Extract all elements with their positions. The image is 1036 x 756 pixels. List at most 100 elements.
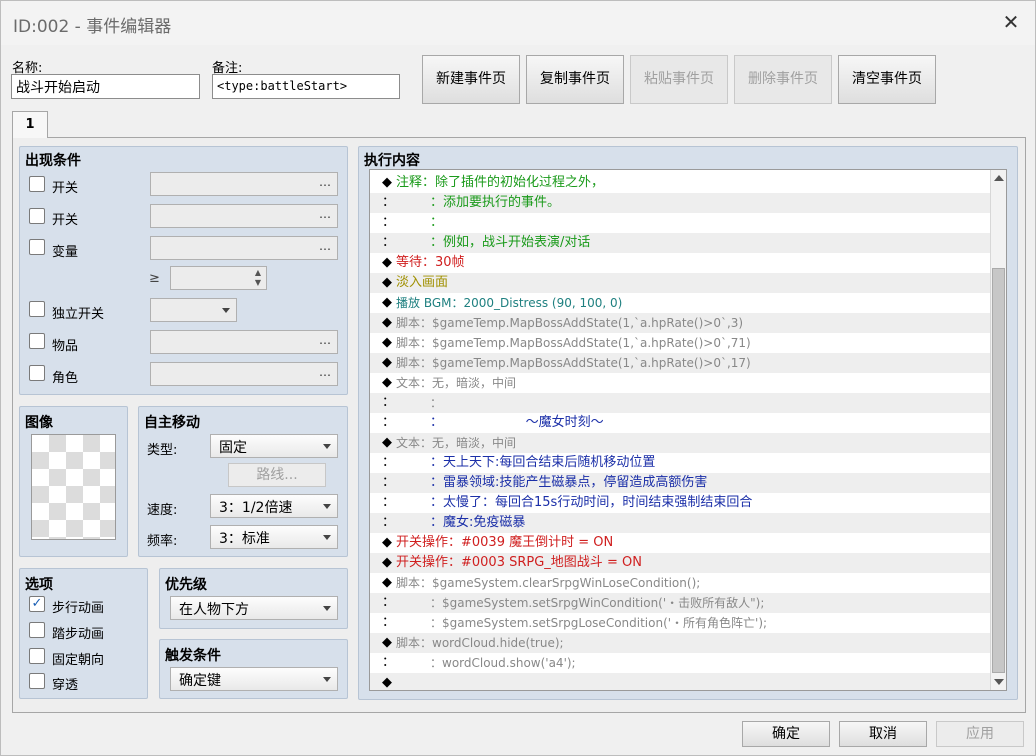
command-row[interactable]: ◆ 脚本：$gameTemp.MapBossAddState(1,`a.hpRat…: [370, 353, 990, 373]
route-button[interactable]: 路线...: [228, 463, 326, 487]
continuation-mark: ：: [382, 475, 396, 490]
speed-select[interactable]: 3：1/2倍速: [210, 494, 338, 518]
command-diamond-icon: ◆: [382, 295, 392, 310]
command-text: 脚本：wordCloud.hide(true);: [396, 636, 564, 650]
command-row[interactable]: ◆ 脚本：$gameTemp.MapBossAddState(1,`a.hpRat…: [370, 333, 990, 353]
command-row[interactable]: ： ：太慢了：每回合15s行动时间，时间结束强制结束回合: [370, 493, 990, 513]
self-switch-checkbox[interactable]: [29, 301, 45, 317]
close-icon[interactable]: ✕: [999, 10, 1023, 34]
switch2-checkbox[interactable]: [29, 208, 45, 224]
direction-fix-checkbox[interactable]: [29, 648, 45, 664]
command-row[interactable]: ： ：魔女:免疫磁暴: [370, 513, 990, 533]
image-title: 图像: [25, 415, 53, 431]
command-row[interactable]: ： ：$gameSystem.setSrpgLoseCondition('・所有角…: [370, 613, 990, 633]
command-row[interactable]: ： ： ～魔女时刻～: [370, 413, 990, 433]
ellipsis-icon: …: [319, 207, 331, 221]
command-row[interactable]: ◆ 开关操作：#0039 魔王倒计时 = ON: [370, 533, 990, 553]
chevron-down-icon: [323, 504, 331, 509]
ok-button[interactable]: 确定: [742, 721, 830, 747]
image-preview[interactable]: [31, 434, 116, 540]
cancel-button[interactable]: 取消: [839, 721, 927, 747]
command-row[interactable]: ： ：$gameSystem.setSrpgWinCondition('・击败所有…: [370, 593, 990, 613]
move-type-select[interactable]: 固定: [210, 434, 338, 458]
move-type-label: 类型:: [147, 443, 178, 458]
actor-select[interactable]: …: [150, 362, 338, 386]
command-row[interactable]: ◆ 注释：除了插件的初始化过程之外，: [370, 173, 990, 193]
trigger-title: 触发条件: [165, 648, 221, 664]
stepper-down-icon[interactable]: ▼: [255, 278, 261, 287]
self-switch-label: 独立开关: [52, 307, 105, 322]
note-field[interactable]: <type:battleStart>: [212, 74, 400, 99]
actor-checkbox[interactable]: [29, 365, 45, 381]
stepper-up-icon[interactable]: ▲: [255, 268, 261, 277]
command-row[interactable]: ◆: [370, 673, 990, 690]
command-diamond-icon: ◆: [382, 175, 392, 190]
chevron-down-icon: [323, 606, 331, 611]
command-text: ：添加要执行的事件。: [430, 195, 561, 210]
command-text: ：雷暴领域:技能产生磁暴点，停留造成高额伤害: [430, 475, 708, 490]
scroll-up-icon[interactable]: [994, 175, 1004, 181]
command-row[interactable]: ◆ 脚本：$gameTemp.MapBossAddState(1,`a.hpRat…: [370, 313, 990, 333]
title-bar: ID:002 - 事件编辑器 ✕: [1, 1, 1035, 45]
command-row[interactable]: ： ：wordCloud.show('a4');: [370, 653, 990, 673]
variable-checkbox[interactable]: [29, 239, 45, 255]
command-row[interactable]: ◆ 淡入画面: [370, 273, 990, 293]
command-row[interactable]: ： ：天上天下:每回合结束后随机移动位置: [370, 453, 990, 473]
command-row[interactable]: ◆ 播放 BGM：2000_Distress (90, 100, 0): [370, 293, 990, 313]
switch2-select[interactable]: …: [150, 204, 338, 228]
command-diamond-icon: ◆: [382, 255, 392, 270]
vertical-scrollbar[interactable]: [990, 170, 1006, 690]
command-text: ：: [430, 396, 443, 410]
clear-page-button[interactable]: 清空事件页: [838, 55, 936, 104]
frequency-select[interactable]: 3：标准: [210, 525, 338, 549]
self-switch-select[interactable]: [150, 298, 237, 322]
delete-page-button[interactable]: 删除事件页: [734, 55, 832, 104]
walking-anim-checkbox[interactable]: ✓: [29, 596, 45, 612]
command-diamond-icon: ◆: [382, 555, 392, 570]
command-row[interactable]: ： ：添加要执行的事件。: [370, 193, 990, 213]
command-row[interactable]: ◆ 脚本：wordCloud.hide(true);: [370, 633, 990, 653]
command-text: ：太慢了：每回合15s行动时间，时间结束强制结束回合: [430, 495, 753, 510]
continuation-mark: ：: [382, 595, 396, 610]
scroll-thumb[interactable]: [992, 268, 1005, 673]
check-icon: ✓: [31, 596, 43, 611]
continuation-mark: ：: [382, 235, 396, 250]
item-select[interactable]: …: [150, 330, 338, 354]
tab-page-1[interactable]: 1: [12, 111, 48, 138]
paste-page-button[interactable]: 粘贴事件页: [630, 55, 728, 104]
command-row[interactable]: ◆ 开关操作：#0003 SRPG_地图战斗 = ON: [370, 553, 990, 573]
ellipsis-icon: …: [319, 175, 331, 189]
through-checkbox[interactable]: [29, 673, 45, 689]
command-row[interactable]: ：：: [370, 213, 990, 233]
command-row[interactable]: ◆ 脚本：$gameSystem.clearSrpgWinLoseConditio…: [370, 573, 990, 593]
stepping-anim-checkbox[interactable]: [29, 622, 45, 638]
command-row[interactable]: ◆ 文本：无，暗淡，中间: [370, 433, 990, 453]
command-text: 淡入画面: [396, 275, 449, 290]
switch1-checkbox[interactable]: [29, 176, 45, 192]
speed-label: 速度:: [147, 503, 178, 518]
variable-select[interactable]: …: [150, 236, 338, 260]
new-page-button[interactable]: 新建事件页: [422, 55, 520, 104]
speed-value: 3：1/2倍速: [219, 500, 293, 516]
command-row[interactable]: ： ：雷暴领域:技能产生磁暴点，停留造成高额伤害: [370, 473, 990, 493]
switch1-select[interactable]: …: [150, 172, 338, 196]
command-row[interactable]: ◆ 等待：30帧: [370, 253, 990, 273]
command-text: ：: [430, 215, 444, 230]
chevron-down-icon: [222, 308, 230, 313]
command-text: 等待：30帧: [396, 255, 465, 270]
command-row[interactable]: ◆ 文本：无，暗淡，中间: [370, 373, 990, 393]
apply-button[interactable]: 应用: [936, 721, 1024, 747]
command-row[interactable]: ： ：例如，战斗开始表演/对话: [370, 233, 990, 253]
continuation-mark: ：: [382, 195, 396, 210]
name-field[interactable]: 战斗开始启动: [11, 74, 200, 99]
command-text: ：wordCloud.show('a4');: [430, 656, 576, 670]
variable-value-stepper[interactable]: ▲ ▼: [170, 266, 267, 290]
priority-select[interactable]: 在人物下方: [170, 596, 338, 620]
item-checkbox[interactable]: [29, 333, 45, 349]
command-row[interactable]: ：：: [370, 393, 990, 413]
trigger-select[interactable]: 确定键: [170, 667, 338, 691]
command-list[interactable]: ◆ 注释：除了插件的初始化过程之外，：：添加要执行的事件。：：：：例如，战斗开始表…: [369, 169, 1007, 691]
scroll-down-icon[interactable]: [994, 679, 1004, 685]
copy-page-button[interactable]: 复制事件页: [526, 55, 624, 104]
command-text: 开关操作：#0039 魔王倒计时 = ON: [396, 535, 614, 550]
